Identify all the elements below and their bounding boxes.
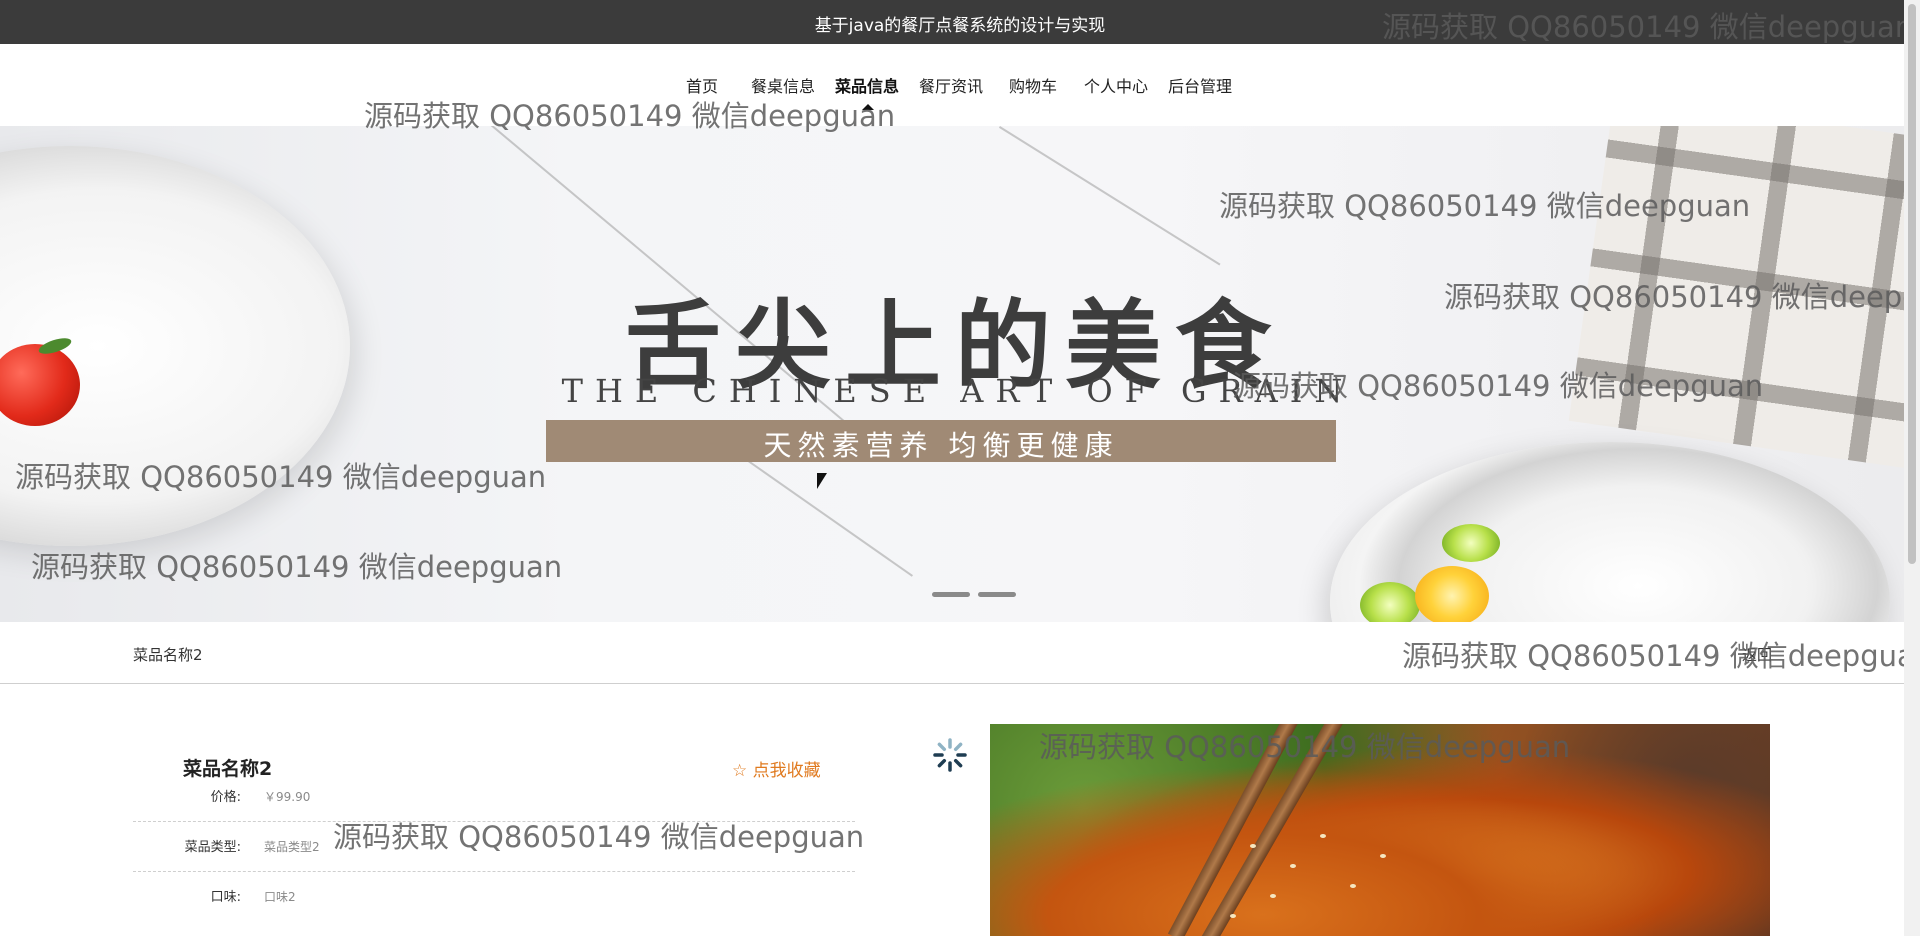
- type-label: 菜品类型:: [184, 840, 241, 855]
- nav-item-home[interactable]: 首页: [686, 73, 718, 97]
- detail-row-type: 菜品类型: 菜品类型2: [133, 822, 855, 872]
- price-value: ￥99.90: [264, 790, 311, 804]
- sesame-decor: [1290, 864, 1296, 868]
- page: 基于java的餐厅点餐系统的设计与实现 首页 餐桌信息 菜品信息 餐厅资讯 购物…: [0, 0, 1920, 936]
- banner-lemon-image: [1415, 566, 1489, 622]
- banner-carousel[interactable]: 舌尖上的美食 THE CHINESE ART OF GRAIN 天然素营养 均衡…: [0, 126, 1904, 622]
- mouse-cursor-icon: [817, 473, 827, 489]
- banner-decor-line: [998, 126, 1221, 266]
- carousel-dot[interactable]: [932, 592, 970, 597]
- detail-row-flavor: 口味: 口味2: [133, 872, 855, 922]
- price-label: 价格:: [210, 790, 241, 805]
- nav-item-dishes[interactable]: 菜品信息: [835, 73, 899, 97]
- sesame-decor: [1350, 884, 1356, 888]
- sesame-decor: [1270, 894, 1276, 898]
- breadcrumb-current: 菜品名称2: [133, 646, 203, 664]
- carousel-indicators: [932, 592, 1016, 600]
- site-header: 基于java的餐厅点餐系统的设计与实现: [0, 0, 1920, 44]
- nav-item-cart[interactable]: 购物车: [1009, 73, 1057, 97]
- banner-lime-image: [1360, 582, 1420, 622]
- nav-item-admin[interactable]: 后台管理: [1168, 73, 1232, 97]
- nav-active-indicator: [862, 104, 874, 110]
- scrollbar-thumb[interactable]: [1908, 4, 1916, 564]
- banner-subline: THE CHINESE ART OF GRAIN: [561, 372, 1355, 410]
- sesame-decor: [1380, 854, 1386, 858]
- carousel-dot[interactable]: [978, 592, 1016, 597]
- banner-lime-image: [1442, 524, 1500, 562]
- breadcrumb: 菜品名称2 返回: [0, 622, 1904, 684]
- vertical-scrollbar[interactable]: [1904, 0, 1920, 936]
- flavor-value: 口味2: [264, 890, 296, 904]
- flavor-label: 口味:: [210, 890, 241, 905]
- detail-row-price: 价格: ￥99.90: [133, 772, 855, 822]
- site-title: 基于java的餐厅点餐系统的设计与实现: [814, 16, 1106, 36]
- type-value: 菜品类型2: [264, 840, 320, 854]
- banner-slogan: 天然素营养 均衡更健康: [763, 429, 1119, 462]
- nav-item-profile[interactable]: 个人中心: [1084, 73, 1148, 97]
- main-nav: 首页 餐桌信息 菜品信息 餐厅资讯 购物车 个人中心 后台管理: [0, 44, 1920, 126]
- nav-item-tables[interactable]: 餐桌信息: [751, 73, 815, 97]
- sesame-decor: [1320, 834, 1326, 838]
- dish-detail: 菜品名称2 ☆ 点我收藏 价格: ￥99.90 菜品类型: 菜品类型2 口味: …: [0, 684, 1904, 936]
- loading-spinner-icon: [933, 738, 967, 772]
- nav-item-news[interactable]: 餐厅资讯: [919, 73, 983, 97]
- dish-photo: [990, 724, 1770, 936]
- sesame-decor: [1250, 844, 1256, 848]
- sesame-decor: [1230, 914, 1236, 918]
- back-link[interactable]: 返回: [1742, 644, 1772, 665]
- banner-cloth-image: [1568, 126, 1904, 469]
